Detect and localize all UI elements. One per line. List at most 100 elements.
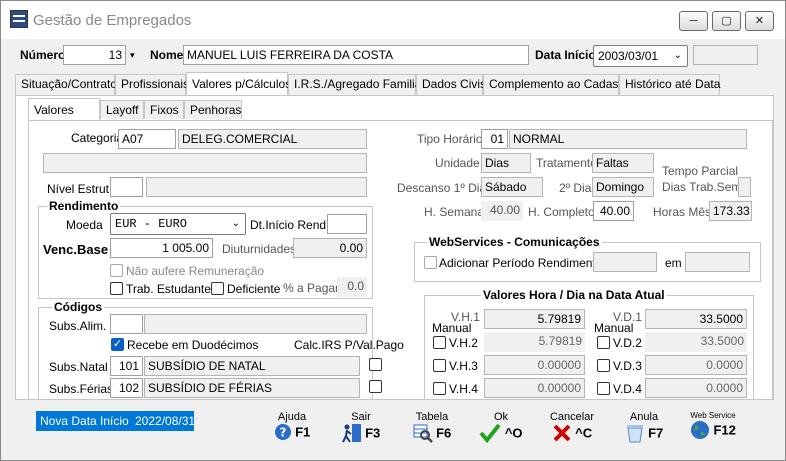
tab-valores-calculos[interactable]: Valores p/Cálculos	[186, 72, 291, 95]
data-inicio-value: 2003/03/01	[598, 49, 659, 63]
valores-hora-dia-title: Valores Hora / Dia na Data Atual	[481, 288, 667, 302]
rendimento-title: Rendimento	[47, 199, 121, 213]
categoria-code-field[interactable]: A07	[118, 129, 176, 149]
sair-caption: Sair	[351, 411, 371, 423]
webservice-button[interactable]: Web Service F12	[685, 411, 741, 457]
maximize-button[interactable]: ▢	[712, 11, 741, 31]
tab-situacao[interactable]: Situação/Contrato	[15, 74, 117, 95]
vd2-field: 33.5000	[645, 332, 747, 352]
subtab-layoff[interactable]: Layoff	[100, 100, 144, 119]
numero-spin-icon[interactable]: ▾	[130, 50, 140, 60]
nova-data-inicio-label: Nova Data Início	[36, 411, 133, 431]
subs-ferias-code-field[interactable]: 102	[110, 378, 143, 398]
anula-key: F7	[648, 425, 664, 441]
h-completo-field[interactable]: 40.00	[593, 201, 634, 221]
h-semana-label: H. Semana	[424, 205, 485, 219]
diuturnidades-field: 0.00	[293, 238, 367, 258]
duodecimos-label: Recebe em Duodécimos	[127, 338, 259, 352]
anula-button[interactable]: Anula F7	[621, 411, 667, 457]
ajuda-button[interactable]: Ajuda ? F1	[267, 411, 317, 457]
duodecimos-checkbox[interactable]: ✓	[111, 338, 124, 351]
ajuda-key: F1	[295, 424, 311, 440]
calc-irs-natal-checkbox[interactable]	[369, 358, 382, 371]
nivel-label: Nível Estrut.	[47, 182, 113, 196]
vd2-checkbox[interactable]	[597, 336, 610, 349]
vh3-field: 0.00000	[484, 355, 585, 375]
tab-complemento[interactable]: Complemento ao Cadastro	[483, 74, 632, 95]
numero-field[interactable]: 13	[63, 45, 126, 65]
window-title: Gestão de Empregados	[33, 12, 192, 29]
descanso1-field: Sábado	[481, 177, 543, 197]
calc-irs-ferias-checkbox[interactable]	[369, 380, 382, 393]
subtab-penhoras[interactable]: Penhoras	[184, 100, 242, 119]
nao-aufere-checkbox[interactable]	[110, 264, 123, 277]
subs-natal-code-field[interactable]: 101	[110, 356, 143, 376]
tempo-parcial-label: Tempo Parcial	[662, 164, 739, 178]
tipo-horario-code-field[interactable]: 01	[481, 129, 508, 149]
horas-mes-field: 173.33	[709, 201, 752, 221]
tab-profissionais[interactable]: Profissionais	[115, 74, 189, 95]
nome-label: Nome	[150, 48, 184, 62]
descanso2-label: 2º Dia	[559, 181, 592, 195]
vh2-checkbox[interactable]	[433, 336, 446, 349]
tratamento-label: Tratamento	[536, 156, 597, 170]
vh3-checkbox[interactable]	[433, 359, 446, 372]
close-button[interactable]: ✕	[745, 11, 774, 31]
vh3-label: V.H.3	[449, 359, 478, 373]
nome-field[interactable]: MANUEL LUIS FERREIRA DA COSTA	[183, 45, 529, 65]
vh4-checkbox[interactable]	[433, 382, 446, 395]
svg-text:?: ?	[279, 426, 286, 440]
ok-button[interactable]: Ok ^O	[477, 411, 525, 457]
cancelar-button[interactable]: Cancelar ^C	[547, 411, 597, 457]
vh1-manual-label: Manual	[432, 321, 472, 335]
tab-irs[interactable]: I.R.S./Agregado Familiar	[288, 74, 425, 95]
trab-estudante-checkbox[interactable]	[110, 282, 123, 295]
h-semana-field: 40.00	[481, 201, 523, 221]
nivel-desc-field	[146, 177, 367, 197]
unidade-label: Unidade	[435, 156, 480, 170]
adicionar-periodo-field	[593, 252, 657, 272]
vd1-manual-label: Manual	[594, 321, 634, 335]
vd3-checkbox[interactable]	[597, 359, 610, 372]
tab-dados-civis[interactable]: Dados Civis	[416, 74, 486, 95]
tab-historico[interactable]: Histórico até Data	[619, 74, 720, 95]
dias-trab-sem-label: Dias Trab.Sem.	[662, 180, 745, 194]
tipo-horario-label: Tipo Horário	[417, 132, 483, 146]
pct-pagar-field: 0.0	[337, 277, 367, 297]
adicionar-periodo-label: Adicionar Período Rendimento	[439, 256, 603, 270]
vd4-label: V.D.4	[613, 382, 642, 396]
globe-icon	[691, 421, 710, 439]
subs-alim-code-field[interactable]	[110, 314, 143, 334]
vd2-label: V.D.2	[613, 336, 642, 350]
tratamento-field: Faltas	[592, 153, 654, 173]
sair-key: F3	[365, 425, 381, 441]
deficiente-checkbox[interactable]	[211, 282, 224, 295]
subtab-fixos[interactable]: Fixos	[144, 100, 184, 119]
diuturnidades-label: Diuturnidades	[222, 242, 297, 256]
main-window: Gestão de Empregados ─ ▢ ✕ Número 13 ▾ N…	[0, 0, 786, 461]
tipo-horario-desc-field: NORMAL	[509, 129, 747, 149]
checkmark-icon	[479, 423, 502, 443]
em-label: em	[665, 256, 682, 270]
dt-inicio-rend-field[interactable]	[327, 214, 367, 234]
categoria-label: Categoria	[71, 131, 124, 145]
adicionar-periodo-checkbox[interactable]	[424, 256, 437, 269]
extra-field	[693, 45, 758, 65]
subs-ferias-label: Subs.Férias	[49, 382, 114, 396]
numero-label: Número	[20, 48, 66, 62]
vd3-label: V.D.3	[613, 359, 642, 373]
vh4-label: V.H.4	[449, 382, 478, 396]
subtab-valores-base[interactable]: Valores Base	[28, 98, 100, 139]
nivel-code-field[interactable]	[110, 177, 143, 197]
venc-base-field[interactable]: 1 005.00	[110, 238, 213, 258]
recycle-bin-icon	[626, 425, 643, 443]
minimize-button[interactable]: ─	[679, 11, 708, 31]
tabela-button[interactable]: Tabela F6	[407, 411, 457, 457]
sair-button[interactable]: Sair F3	[337, 411, 385, 457]
vd3-field: 0.0000	[645, 355, 747, 375]
moeda-dropdown[interactable]: EUR - EURO ⌄	[110, 213, 246, 235]
deficiente-label: Deficiente	[227, 282, 281, 296]
vd4-checkbox[interactable]	[597, 382, 610, 395]
data-inicio-dropdown[interactable]: 2003/03/01 ⌄	[593, 45, 688, 67]
cancel-x-icon	[553, 424, 571, 442]
